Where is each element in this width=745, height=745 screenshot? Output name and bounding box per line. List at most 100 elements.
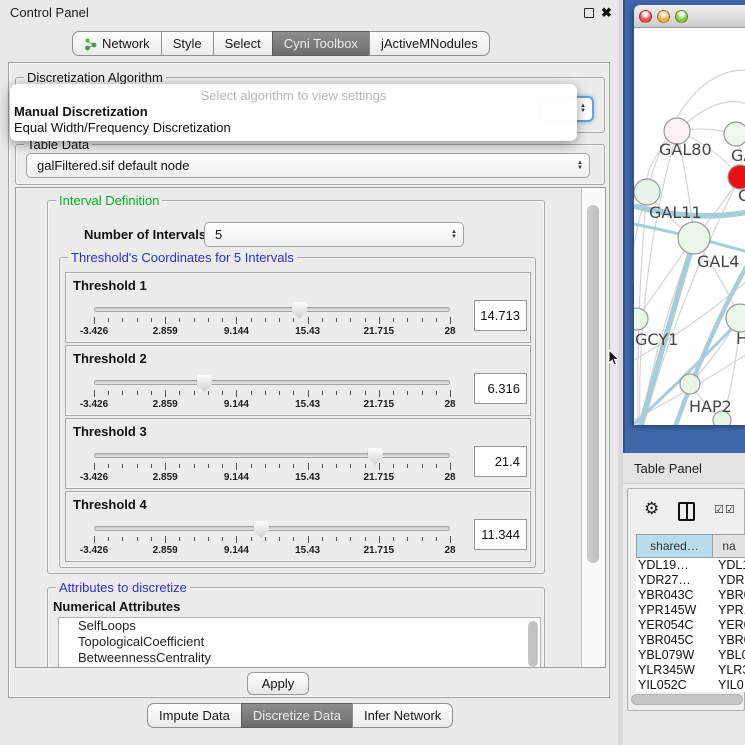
tab-select[interactable]: Select — [213, 31, 273, 56]
table-panel-titlebar: Table Panel — [623, 453, 745, 484]
slider-track[interactable] — [94, 307, 450, 312]
network-node[interactable] — [678, 222, 710, 254]
network-node[interactable] — [724, 122, 745, 146]
network-node[interactable] — [634, 179, 660, 205]
minimize-traffic-light-icon[interactable] — [657, 10, 670, 23]
table-row[interactable]: YBR043CYBR0 — [636, 588, 745, 603]
close-icon[interactable]: ✖ — [601, 5, 612, 21]
tick-mark — [165, 536, 166, 543]
attribute-item[interactable]: SelfLoops — [59, 618, 540, 634]
number-of-intervals-combobox[interactable]: 5 ▲▼ — [204, 222, 464, 247]
tick-mark — [407, 537, 408, 541]
top-tab-bar: Network StyleSelectCyni ToolboxjActiveMNo… — [72, 31, 490, 56]
network-node[interactable] — [726, 304, 745, 332]
float-window-icon[interactable] — [584, 8, 594, 18]
table-rows: YDL19…YDL1YDR27…YDR2YBR043CYBR0YPR145WYP… — [636, 558, 745, 692]
tick-mark — [265, 391, 266, 395]
tick-mark — [279, 391, 280, 395]
tab-impute-data[interactable]: Impute Data — [147, 703, 242, 728]
tab-cyni-toolbox[interactable]: Cyni Toolbox — [272, 31, 370, 56]
threshold-value-field[interactable]: 14.713 — [474, 300, 527, 331]
algorithm-option[interactable]: Equal Width/Frequency Discretization — [14, 120, 231, 135]
tab-infer-network[interactable]: Infer Network — [352, 703, 453, 728]
tab-label: Network — [102, 36, 150, 51]
tick-mark — [108, 464, 109, 468]
threshold-value-field[interactable]: 11.344 — [474, 519, 527, 550]
network-node[interactable] — [634, 308, 648, 330]
tick-mark — [436, 318, 437, 322]
tick-label: 28 — [444, 545, 455, 556]
tick-mark — [279, 537, 280, 541]
tick-mark — [122, 464, 123, 468]
network-window-titlebar[interactable] — [634, 5, 745, 28]
column-header-2[interactable]: na — [713, 534, 745, 558]
apply-button[interactable]: Apply — [247, 672, 309, 695]
tick-mark — [222, 318, 223, 322]
gear-icon[interactable]: ⚙ — [644, 499, 659, 519]
slider-track[interactable] — [94, 453, 450, 458]
table-row[interactable]: YLR345WYLR3 — [636, 663, 745, 678]
tab-label: Infer Network — [364, 708, 441, 723]
table-row[interactable]: YER054CYER0 — [636, 618, 745, 633]
network-canvas[interactable]: GAL80GACGAL11GAL4GCY1HHAP2 — [634, 28, 745, 425]
algorithm-option[interactable]: Manual Discretization — [14, 104, 148, 119]
table-data-combobox[interactable]: galFiltered.sif default node ▲▼ — [26, 153, 590, 178]
tick-mark — [393, 391, 394, 395]
attribute-item[interactable]: TopologicalCoefficient — [59, 634, 540, 650]
network-edge[interactable] — [640, 131, 677, 425]
network-node[interactable] — [680, 374, 700, 394]
tick-mark — [450, 536, 451, 543]
tab-style[interactable]: Style — [161, 31, 214, 56]
tick-mark — [393, 318, 394, 322]
table-panel-title: Table Panel — [634, 453, 702, 484]
network-node-label: C — [738, 186, 745, 205]
tick-mark — [379, 463, 380, 470]
table-row[interactable]: YIL052CYIL0 — [636, 678, 745, 692]
columns-icon[interactable] — [678, 502, 695, 521]
checkbox-icon[interactable]: ☑ — [714, 503, 724, 516]
slider-track[interactable] — [94, 526, 450, 531]
tick-label: 2.859 — [153, 399, 178, 410]
table-row[interactable]: YPR145WYPR1 — [636, 603, 745, 618]
viewport-scrollbar-track[interactable] — [581, 188, 605, 667]
tab-label: Discretize Data — [253, 708, 341, 723]
tick-label: 15.43 — [295, 545, 320, 556]
threshold-value-field[interactable]: 21.4 — [474, 446, 527, 477]
column-header-1[interactable]: shared… — [636, 534, 713, 558]
zoom-traffic-light-icon[interactable] — [675, 10, 688, 23]
network-view-window[interactable]: GAL80GACGAL11GAL4GCY1HHAP2 — [634, 5, 745, 425]
table-row[interactable]: YDL19…YDL1 — [636, 558, 745, 573]
cell-name: YER0 — [718, 618, 745, 632]
table-row[interactable]: YBL079WYBL0 — [636, 648, 745, 663]
tick-mark — [208, 537, 209, 541]
slider-track[interactable] — [94, 380, 450, 385]
slider-ticks — [94, 390, 450, 398]
checkbox-icon[interactable]: ☑ — [725, 503, 735, 516]
tab-jactivemnodules[interactable]: jActiveMNodules — [369, 31, 490, 56]
table-row[interactable]: YBR045CYBR0 — [636, 633, 745, 648]
table-row[interactable]: YDR27…YDR2 — [636, 573, 745, 588]
attributes-list-scrollbar[interactable] — [528, 621, 538, 667]
tick-mark — [450, 463, 451, 470]
slider-tick-labels: -3.4262.8599.14415.4321.71528 — [94, 472, 450, 484]
tab-network[interactable]: Network — [72, 31, 162, 56]
close-traffic-light-icon[interactable] — [639, 10, 652, 23]
cell-name: YDL1 — [718, 558, 745, 572]
network-node-label: GCY1 — [635, 330, 678, 349]
tick-mark — [165, 317, 166, 324]
stepper-arrows-icon: ▲▼ — [451, 230, 457, 240]
table-horizontal-scrollbar[interactable] — [631, 694, 743, 705]
slider-ticks — [94, 317, 450, 325]
attribute-item[interactable]: BetweennessCentrality — [59, 650, 540, 666]
network-canvas-svg: GAL80GACGAL11GAL4GCY1HHAP2 — [634, 28, 745, 425]
tab-discretize-data[interactable]: Discretize Data — [241, 703, 353, 728]
cell-name: YDR2 — [718, 573, 745, 587]
tick-label: 21.715 — [364, 472, 395, 483]
viewport-scrollbar-thumb[interactable] — [587, 205, 599, 563]
tick-mark — [165, 390, 166, 397]
table-header-row: shared…na — [636, 534, 745, 558]
tick-label: 2.859 — [153, 472, 178, 483]
threshold-value-field[interactable]: 6.316 — [474, 373, 527, 404]
number-of-intervals-value: 5 — [215, 227, 222, 242]
numerical-attributes-list[interactable]: SelfLoopsTopologicalCoefficientBetweenne… — [58, 617, 541, 668]
